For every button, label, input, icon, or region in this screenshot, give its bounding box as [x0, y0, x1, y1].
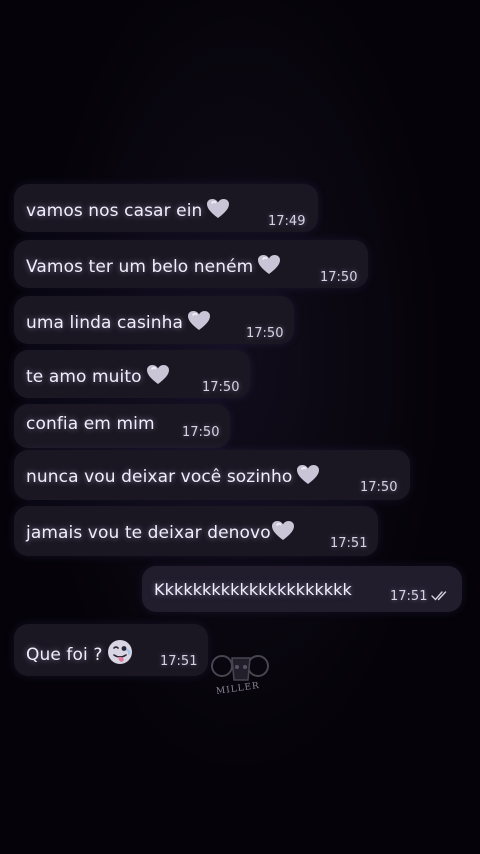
message-text: Kkkkkkkkkkkkkkkkkkkkk	[154, 580, 352, 599]
gray-heart-icon	[206, 198, 230, 224]
tongue-face-emoji-icon	[106, 638, 134, 671]
message-time: 17:50	[202, 380, 240, 395]
message-bubble-incoming[interactable]: vamos nos casar ein 17:49	[14, 184, 318, 232]
message-time: 17:50	[320, 270, 358, 285]
message-time: 17:49	[268, 214, 306, 229]
message-bubble-incoming[interactable]: Vamos ter um belo neném 17:50	[14, 240, 368, 288]
message-time: 17:51	[390, 589, 451, 606]
gray-heart-icon	[146, 364, 170, 390]
message-bubble-incoming[interactable]: uma linda casinha 17:50	[14, 296, 294, 344]
message-time-label: 17:51	[390, 589, 428, 604]
message-text: Que foi ?	[26, 645, 103, 665]
message-content: Vamos ter um belo neném	[26, 254, 281, 280]
message-time: 17:50	[246, 326, 284, 341]
message-bubble-incoming[interactable]: nunca vou deixar você sozinho 17:50	[14, 450, 410, 500]
message-text: confia em mim	[26, 414, 155, 434]
message-time: 17:51	[160, 654, 198, 669]
message-content: vamos nos casar ein	[26, 198, 230, 224]
message-bubble-incoming[interactable]: Que foi ? 17:51	[14, 624, 208, 676]
message-text: Vamos ter um belo neném	[26, 257, 254, 277]
double-check-read-icon	[431, 590, 451, 606]
message-content: Que foi ?	[26, 638, 134, 671]
message-time: 17:50	[182, 425, 220, 440]
message-bubble-incoming[interactable]: te amo muito 17:50	[14, 350, 250, 398]
message-text: jamais vou te deixar denovo	[26, 523, 271, 543]
message-time: 17:50	[360, 480, 398, 495]
message-content: nunca vou deixar você sozinho	[26, 464, 320, 490]
gray-heart-icon	[187, 310, 211, 336]
message-time: 17:51	[330, 536, 368, 551]
message-text: vamos nos casar ein	[26, 201, 203, 221]
message-text: nunca vou deixar você sozinho	[26, 467, 293, 487]
gray-heart-icon	[257, 254, 281, 280]
message-bubble-incoming[interactable]: confia em mim 17:50	[14, 404, 230, 448]
message-bubble-incoming[interactable]: jamais vou te deixar denovo 17:51	[14, 506, 378, 556]
gray-heart-icon	[296, 464, 320, 490]
message-content: Kkkkkkkkkkkkkkkkkkkkk	[154, 580, 352, 600]
message-content: confia em mim	[26, 414, 155, 434]
message-content: jamais vou te deixar denovo	[26, 520, 295, 546]
message-text: te amo muito	[26, 367, 142, 387]
message-text: uma linda casinha	[26, 313, 183, 333]
message-content: uma linda casinha	[26, 310, 211, 336]
gray-heart-icon	[271, 520, 295, 546]
message-bubble-outgoing[interactable]: Kkkkkkkkkkkkkkkkkkkkk 17:51	[142, 566, 462, 612]
message-content: te amo muito	[26, 364, 170, 390]
